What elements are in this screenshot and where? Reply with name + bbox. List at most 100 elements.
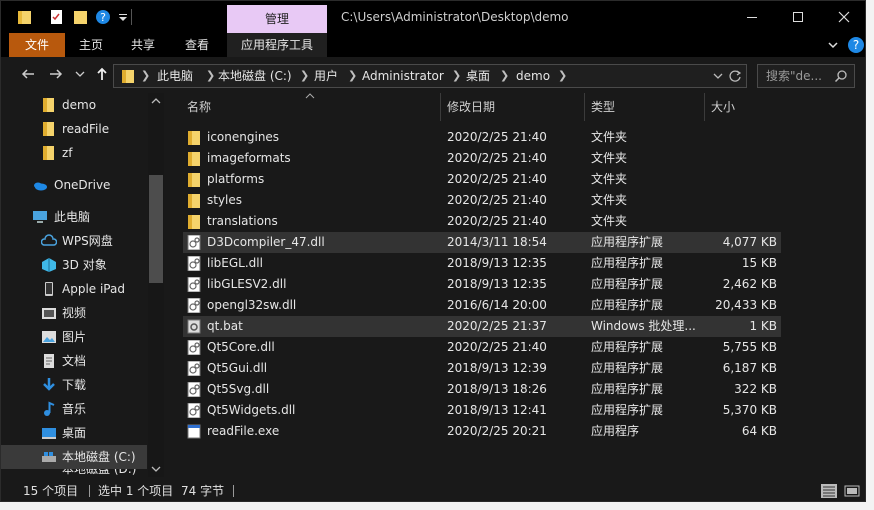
nav-item-zf[interactable]: zf <box>1 141 147 165</box>
table-row[interactable]: D3Dcompiler_47.dll 2014/3/11 18:54 应用程序扩展 4… <box>183 232 781 253</box>
table-row[interactable]: iconengines 2020/2/25 21:40 文件夹 <box>183 127 781 148</box>
file-date: 2020/2/25 21:40 <box>447 151 547 165</box>
table-row[interactable]: qt.bat 2020/2/25 21:37 Windows 批处理... 1 KB <box>183 316 781 337</box>
column-header-type[interactable]: 类型 <box>591 93 705 121</box>
nav-item-apple-ipad[interactable]: Apple iPad <box>1 277 147 301</box>
folder-icon <box>188 194 200 208</box>
large-icons-view-icon[interactable] <box>844 484 860 498</box>
nav-item-pictures[interactable]: 图片 <box>1 325 147 349</box>
details-view-icon[interactable] <box>821 484 837 498</box>
search-icon[interactable] <box>834 69 848 83</box>
nav-item-label: zf <box>62 146 73 160</box>
address-dropdown-icon[interactable] <box>712 70 724 82</box>
tab-view[interactable]: 查看 <box>171 33 223 57</box>
nav-item-label: 桌面 <box>62 426 87 440</box>
file-type: 应用程序扩展 <box>591 256 664 270</box>
nav-item-documents[interactable]: 文档 <box>1 349 147 373</box>
customize-toolbar-icon[interactable] <box>115 9 131 25</box>
file-size: 4,077 KB <box>722 235 777 249</box>
scroll-down-icon[interactable] <box>151 465 161 473</box>
up-button[interactable] <box>93 66 111 84</box>
tab-home[interactable]: 主页 <box>67 33 115 57</box>
videos-icon <box>42 308 56 319</box>
search-box[interactable] <box>757 64 855 88</box>
navigation-scrollbar[interactable] <box>148 93 164 477</box>
dll-icon <box>187 340 201 355</box>
forward-button[interactable] <box>47 66 65 84</box>
refresh-icon[interactable] <box>728 69 742 83</box>
help-icon[interactable]: ? <box>847 36 865 54</box>
table-row[interactable]: libGLESV2.dll 2018/9/13 12:35 应用程序扩展 2,462 … <box>183 274 781 295</box>
file-size: 6,187 KB <box>722 361 777 375</box>
scroll-up-icon[interactable] <box>151 97 161 105</box>
breadcrumb-administrator[interactable]: Administrator <box>362 65 444 87</box>
table-row[interactable]: platforms 2020/2/25 21:40 文件夹 <box>183 169 781 190</box>
file-type: 文件夹 <box>591 214 628 228</box>
address-bar[interactable]: ❯ 此电脑 ❯ 本地磁盘 (C:) ❯ 用户 ❯ Administrator ❯… <box>113 64 747 88</box>
new-folder-icon[interactable] <box>73 9 89 25</box>
selection-size: 74 字节 <box>181 484 225 498</box>
nav-item-3d-objects[interactable]: 3D 对象 <box>1 253 147 277</box>
table-row[interactable]: Qt5Core.dll 2020/2/25 21:40 应用程序扩展 5,755 KB <box>183 337 781 358</box>
table-row[interactable]: translations 2020/2/25 21:40 文件夹 <box>183 211 781 232</box>
help-icon[interactable]: ? <box>95 9 111 25</box>
table-row[interactable]: Qt5Widgets.dll 2018/9/13 12:41 应用程序扩展 5,370… <box>183 400 781 421</box>
search-input[interactable] <box>766 67 830 85</box>
expand-ribbon-icon[interactable] <box>827 39 839 51</box>
tab-share[interactable]: 共享 <box>119 33 167 57</box>
tab-application-tools[interactable]: 应用程序工具 <box>227 33 327 57</box>
breadcrumb-this-pc[interactable]: 此电脑 <box>157 65 193 87</box>
tab-manage[interactable]: 管理 <box>227 5 327 33</box>
table-row[interactable]: Qt5Gui.dll 2018/9/13 12:39 应用程序扩展 6,187 KB <box>183 358 781 379</box>
table-row[interactable]: libEGL.dll 2018/9/13 12:35 应用程序扩展 15 KB <box>183 253 781 274</box>
divider <box>131 9 132 25</box>
file-name: platforms <box>207 172 265 186</box>
column-header-size[interactable]: 大小 <box>711 93 781 121</box>
minimize-button[interactable] <box>729 1 775 33</box>
close-button[interactable] <box>821 1 865 33</box>
file-name: opengl32sw.dll <box>207 298 297 312</box>
file-size: 20,433 KB <box>715 298 777 312</box>
file-name: D3Dcompiler_47.dll <box>207 235 325 249</box>
nav-item-label: 本地磁盘 (C:) <box>62 450 136 464</box>
properties-icon[interactable] <box>49 9 65 25</box>
file-name: readFile.exe <box>207 424 280 438</box>
nav-item-label: 本地磁盘 (D:) <box>62 469 137 476</box>
scrollbar-thumb[interactable] <box>149 175 163 283</box>
file-size: 5,755 KB <box>722 340 777 354</box>
nav-item-wps-cloud[interactable]: WPS网盘 <box>1 229 147 253</box>
file-type: 应用程序扩展 <box>591 340 664 354</box>
table-row[interactable]: styles 2020/2/25 21:40 文件夹 <box>183 190 781 211</box>
recent-locations-button[interactable] <box>71 66 89 84</box>
dll-icon <box>187 382 201 397</box>
nav-item-demo[interactable]: demo <box>1 93 147 117</box>
dll-icon <box>187 403 201 418</box>
file-type: 应用程序 <box>591 424 640 438</box>
nav-item-music[interactable]: 音乐 <box>1 397 147 421</box>
nav-item-downloads[interactable]: 下载 <box>1 373 147 397</box>
nav-item-this-pc[interactable]: 此电脑 <box>1 205 147 229</box>
breadcrumb-users[interactable]: 用户 <box>314 65 338 87</box>
nav-item-videos[interactable]: 视频 <box>1 301 147 325</box>
tab-file[interactable]: 文件 <box>9 33 65 57</box>
nav-item-local-disk-d[interactable]: 本地磁盘 (D:) <box>1 469 147 477</box>
file-name: Qt5Widgets.dll <box>207 403 296 417</box>
navigation-pane: demo readFile zf OneDrive 此电脑 WPS网盘 3D 对… <box>1 93 165 477</box>
folder-icon[interactable] <box>17 9 33 25</box>
nav-item-readfile[interactable]: readFile <box>1 117 147 141</box>
column-header-date[interactable]: 修改日期 <box>447 93 585 121</box>
file-size: 15 KB <box>741 256 777 270</box>
breadcrumb-desktop[interactable]: 桌面 <box>466 65 490 87</box>
table-row[interactable]: Qt5Svg.dll 2018/9/13 18:26 应用程序扩展 322 KB <box>183 379 781 400</box>
table-row[interactable]: opengl32sw.dll 2016/6/14 20:00 应用程序扩展 20,43… <box>183 295 781 316</box>
nav-item-onedrive[interactable]: OneDrive <box>1 173 147 197</box>
nav-item-desktop[interactable]: 桌面 <box>1 421 147 445</box>
back-button[interactable] <box>19 66 37 84</box>
nav-item-local-disk-c[interactable]: 本地磁盘 (C:) <box>1 445 147 469</box>
breadcrumb-demo[interactable]: demo <box>516 65 550 87</box>
table-row[interactable]: imageformats 2020/2/25 21:40 文件夹 <box>183 148 781 169</box>
table-row[interactable]: readFile.exe 2020/2/25 20:21 应用程序 64 KB <box>183 421 781 442</box>
maximize-button[interactable] <box>775 1 821 33</box>
breadcrumb-local-disk[interactable]: 本地磁盘 (C:) <box>218 65 292 87</box>
file-name: iconengines <box>207 130 280 144</box>
